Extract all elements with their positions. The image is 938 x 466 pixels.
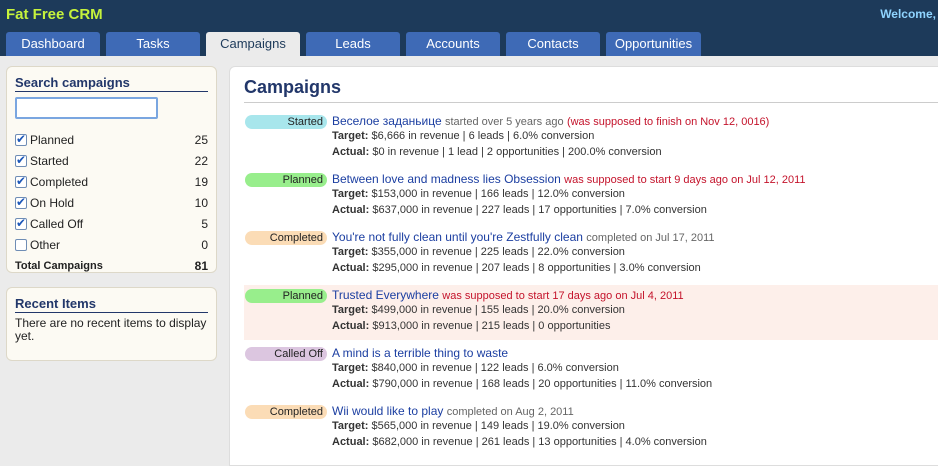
filter-count: 22 [194, 153, 208, 168]
search-panel-title: Search campaigns [15, 75, 208, 92]
campaign-name-link[interactable]: Trusted Everywhere [332, 288, 439, 302]
tab-leads[interactable]: Leads [306, 32, 400, 56]
target-label: Target: [332, 362, 369, 374]
campaign-row: Planned Between love and madness lies Ob… [244, 169, 938, 224]
filter-label: Other [30, 237, 61, 252]
tab-campaigns[interactable]: Campaigns [206, 32, 300, 56]
tab-contacts[interactable]: Contacts [506, 32, 600, 56]
target-label: Target: [332, 420, 369, 432]
target-label: Target: [332, 246, 369, 258]
welcome-text: Welcome, [880, 7, 936, 21]
campaign-row: Started Веселое заданьице started over 5… [244, 111, 938, 166]
recent-items-panel: Recent Items There are no recent items t… [6, 287, 217, 361]
filter-completed[interactable]: Completed 19 [15, 171, 208, 192]
campaign-name-link[interactable]: A mind is a terrible thing to waste [332, 346, 508, 360]
app-brand[interactable]: Fat Free CRM [6, 6, 103, 23]
filter-count: 5 [201, 216, 208, 231]
filter-on-hold[interactable]: On Hold 10 [15, 192, 208, 213]
campaign-target: $565,000 in revenue | 149 leads | 19.0% … [371, 420, 625, 432]
campaign-actual: $913,000 in revenue | 215 leads | 0 oppo… [372, 320, 611, 332]
tab-opportunities[interactable]: Opportunities [606, 32, 701, 56]
campaign-late-note: was supposed to start 17 days ago on Jul… [442, 290, 684, 302]
campaign-target: $355,000 in revenue | 225 leads | 22.0% … [371, 246, 625, 258]
search-campaigns-panel: Search campaigns Planned 25 Started 22 C… [6, 66, 217, 273]
filter-label: Planned [30, 132, 75, 147]
filter-checkbox[interactable] [15, 174, 27, 188]
filter-count: 10 [194, 195, 208, 210]
campaign-name-link[interactable]: Between love and madness lies Obsession [332, 172, 561, 186]
filter-count: 19 [194, 174, 208, 189]
target-label: Target: [332, 188, 369, 200]
target-label: Target: [332, 130, 369, 142]
campaign-late-note: (was supposed to finish on Nov 12, 0016) [566, 116, 770, 128]
campaign-status-note: completed on Jul 17, 2011 [586, 232, 715, 244]
title-divider [244, 102, 938, 103]
campaign-row: Planned Trusted Everywhere was supposed … [244, 285, 938, 340]
status-badge: Called Off [245, 347, 327, 361]
filter-label: Completed [30, 174, 89, 189]
tab-tasks[interactable]: Tasks [106, 32, 200, 56]
campaign-actual: $790,000 in revenue | 168 leads | 20 opp… [372, 378, 713, 390]
actual-label: Actual: [332, 262, 370, 274]
filter-planned[interactable]: Planned 25 [15, 129, 208, 150]
status-filters: Planned 25 Started 22 Completed 19 On Ho… [15, 129, 208, 276]
campaign-target: $840,000 in revenue | 122 leads | 6.0% c… [371, 362, 619, 374]
total-count: 81 [194, 258, 208, 273]
campaign-actual: $295,000 in revenue | 207 leads | 8 oppo… [372, 262, 701, 274]
actual-label: Actual: [332, 436, 370, 448]
campaign-actual: $637,000 in revenue | 227 leads | 17 opp… [372, 204, 707, 216]
filter-checkbox[interactable] [15, 153, 27, 167]
campaign-target: $153,000 in revenue | 166 leads | 12.0% … [371, 188, 625, 200]
actual-label: Actual: [332, 378, 370, 390]
actual-label: Actual: [332, 320, 370, 332]
filter-label: Called Off [30, 216, 84, 231]
recent-empty-text: There are no recent items to display yet… [15, 316, 207, 343]
campaign-target: $6,666 in revenue | 6 leads | 6.0% conve… [371, 130, 595, 142]
filter-count: 25 [194, 132, 208, 147]
page-title: Campaigns [244, 77, 342, 97]
campaign-status-note: started over 5 years ago [444, 116, 564, 128]
status-badge: Completed [245, 231, 327, 245]
campaign-actual: $0 in revenue | 1 lead | 2 opportunities… [372, 146, 662, 158]
campaign-name-link[interactable]: You're not fully clean until you're Zest… [332, 230, 583, 244]
filter-started[interactable]: Started 22 [15, 150, 208, 171]
actual-label: Actual: [332, 204, 370, 216]
status-badge: Completed [245, 405, 327, 419]
main-tabs: Dashboard Tasks Campaigns Leads Accounts… [6, 32, 707, 56]
campaign-actual: $682,000 in revenue | 261 leads | 13 opp… [372, 436, 707, 448]
filter-checkbox[interactable] [15, 238, 27, 251]
tab-accounts[interactable]: Accounts [406, 32, 500, 56]
campaign-row: Completed You're not fully clean until y… [244, 227, 938, 282]
campaign-target: $499,000 in revenue | 155 leads | 20.0% … [371, 304, 625, 316]
status-badge: Planned [245, 173, 327, 187]
campaign-status-note: completed on Aug 2, 2011 [446, 406, 574, 418]
top-header: Fat Free CRM Welcome, Dashboard Tasks Ca… [0, 0, 938, 56]
search-input[interactable] [15, 97, 158, 119]
total-campaigns-row: Total Campaigns 81 [15, 255, 208, 276]
filter-label: Started [30, 153, 69, 168]
filter-count: 0 [201, 237, 208, 252]
actual-label: Actual: [332, 146, 370, 158]
filter-checkbox[interactable] [15, 132, 27, 146]
filter-checkbox[interactable] [15, 195, 27, 209]
campaign-name-link[interactable]: Веселое заданьице [332, 114, 442, 128]
filter-other[interactable]: Other 0 [15, 234, 208, 255]
campaigns-main: Campaigns Started Веселое заданьице star… [229, 66, 938, 466]
campaign-late-note: was supposed to start 9 days ago on Jul … [564, 174, 806, 186]
campaign-row: Called Off A mind is a terrible thing to… [244, 343, 938, 398]
recent-panel-title: Recent Items [15, 296, 208, 313]
filter-checkbox[interactable] [15, 216, 27, 230]
campaign-name-link[interactable]: Wii would like to play [332, 404, 443, 418]
status-badge: Planned [245, 289, 327, 303]
tab-dashboard[interactable]: Dashboard [6, 32, 100, 56]
target-label: Target: [332, 304, 369, 316]
filter-label: On Hold [30, 195, 75, 210]
total-label: Total Campaigns [15, 259, 103, 272]
filter-called-off[interactable]: Called Off 5 [15, 213, 208, 234]
status-badge: Started [245, 115, 327, 129]
campaign-row: Completed Wii would like to play complet… [244, 401, 938, 456]
